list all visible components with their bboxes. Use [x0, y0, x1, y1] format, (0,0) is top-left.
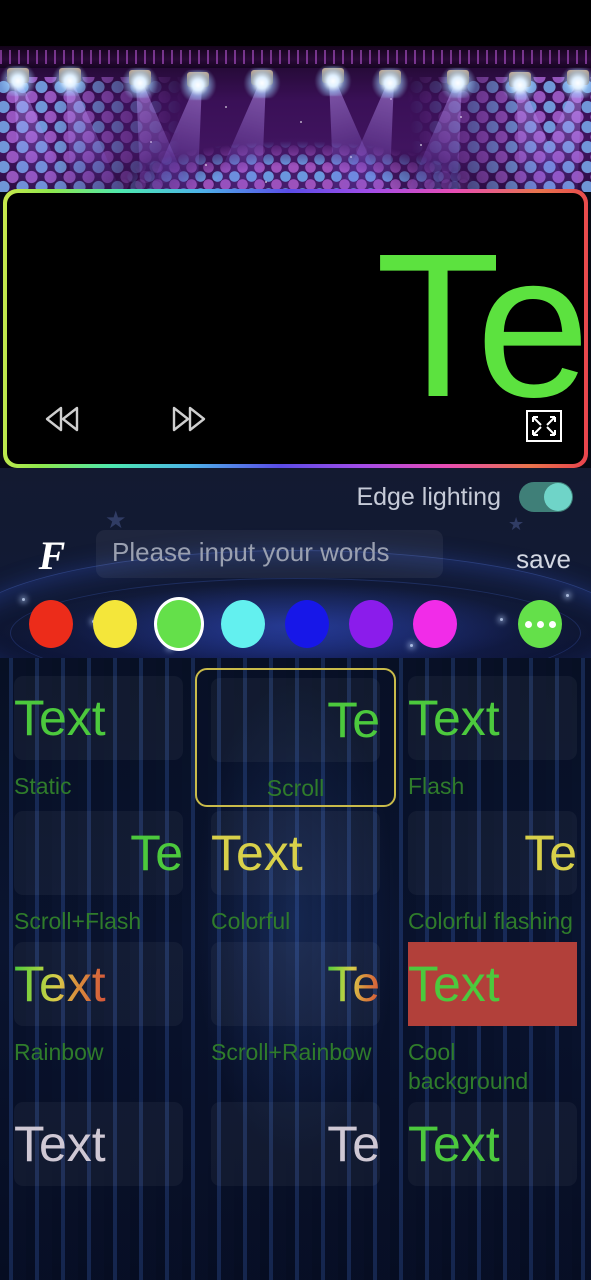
effect-preview-text: Te [130, 825, 183, 881]
effect-label: Scroll+Rainbow [211, 1039, 372, 1065]
effect-preview-text: Text [211, 825, 303, 881]
effect-preview: Text [408, 942, 577, 1026]
effects-section: Text Static Te Scroll Text Flash Te Scroll+Flas… [0, 658, 591, 1280]
rewind-icon[interactable] [40, 404, 84, 434]
effect-card-colorful[interactable]: Text Colorful [197, 805, 394, 936]
effect-preview: Te [211, 678, 380, 762]
preview-text: Te [375, 211, 584, 440]
effect-preview-text: Text [408, 690, 500, 746]
effect-card-scroll[interactable]: Te Scroll [195, 668, 396, 807]
effect-preview-text: Text [408, 956, 500, 1012]
effect-card-10[interactable]: Te [197, 1096, 394, 1186]
effect-card-9[interactable]: Text [0, 1096, 197, 1186]
color-swatch-cyan[interactable] [221, 600, 265, 648]
color-swatch-magenta[interactable] [413, 600, 457, 648]
effect-card-cool-background[interactable]: Text Cool background [394, 936, 591, 1096]
effect-preview: Text [408, 1102, 577, 1186]
color-swatch-red[interactable] [29, 600, 73, 648]
color-swatch-row [0, 598, 591, 650]
effect-label: Static [14, 773, 72, 799]
effect-card-scroll-flash[interactable]: Te Scroll+Flash [0, 805, 197, 936]
color-swatch-yellow[interactable] [93, 600, 137, 648]
effect-card-colorful-flashing[interactable]: Te Colorful flashing [394, 805, 591, 936]
color-swatch-green[interactable] [157, 600, 201, 648]
effect-label: Cool background [408, 1039, 529, 1094]
effect-preview: Te [211, 942, 380, 1026]
effect-preview-text: Te [524, 825, 577, 881]
stage-lights-banner [0, 0, 591, 192]
font-picker-icon[interactable]: F [33, 534, 71, 578]
effect-label: Colorful flashing [408, 908, 573, 934]
effect-preview: Text [14, 676, 183, 760]
effect-preview: Text [211, 811, 380, 895]
color-swatch-blue[interactable] [285, 600, 329, 648]
effect-label: Scroll [266, 775, 325, 801]
edge-lighting-label: Edge lighting [356, 482, 501, 511]
effect-card-rainbow[interactable]: Text Rainbow [0, 936, 197, 1096]
effect-preview: Text [408, 676, 577, 760]
effect-preview: Text [14, 1102, 183, 1186]
effect-preview-text: Te [327, 1116, 380, 1172]
effect-preview-text: Text [408, 1116, 500, 1172]
decor-sparkle-6 [566, 594, 569, 597]
effect-card-flash[interactable]: Text Flash [394, 670, 591, 805]
effect-card-scroll-rainbow[interactable]: Te Scroll+Rainbow [197, 936, 394, 1096]
color-swatch-purple[interactable] [349, 600, 393, 648]
effect-card-11[interactable]: Text [394, 1096, 591, 1186]
effect-preview-text: Text [14, 956, 106, 1012]
toggle-knob [544, 483, 572, 511]
words-input[interactable]: Please input your words [96, 530, 443, 578]
effect-preview: Te [408, 811, 577, 895]
effect-label: Colorful [211, 908, 291, 934]
effect-preview-text: Text [14, 690, 106, 746]
effect-preview-text: Te [327, 956, 380, 1012]
effect-card-static[interactable]: Text Static [0, 670, 197, 805]
led-preview[interactable]: Te [7, 193, 584, 464]
effect-label: Scroll+Flash [14, 908, 142, 934]
effect-preview: Te [211, 1102, 380, 1186]
preview-border: Te [3, 189, 588, 468]
more-colors-button[interactable] [518, 600, 562, 648]
edge-lighting-row: Edge lighting [356, 482, 573, 512]
decor-star-right: ★ [508, 514, 525, 534]
effect-label: Rainbow [14, 1039, 104, 1065]
fast-forward-icon[interactable] [167, 404, 211, 434]
save-button[interactable]: save [516, 544, 571, 575]
edge-lighting-toggle[interactable] [519, 482, 573, 512]
effect-preview-text: Te [327, 692, 380, 748]
dot-icon [536, 620, 544, 628]
fullscreen-icon[interactable] [524, 408, 564, 444]
effect-preview: Text [14, 942, 183, 1026]
effects-grid: Text Static Te Scroll Text Flash Te Scroll+Flas… [0, 658, 591, 1186]
effect-preview-text: Text [14, 1116, 106, 1172]
dot-icon [524, 620, 532, 628]
words-input-placeholder: Please input your words [112, 537, 390, 567]
effect-preview: Te [14, 811, 183, 895]
effect-label: Flash [408, 773, 465, 799]
dot-icon [548, 620, 556, 628]
